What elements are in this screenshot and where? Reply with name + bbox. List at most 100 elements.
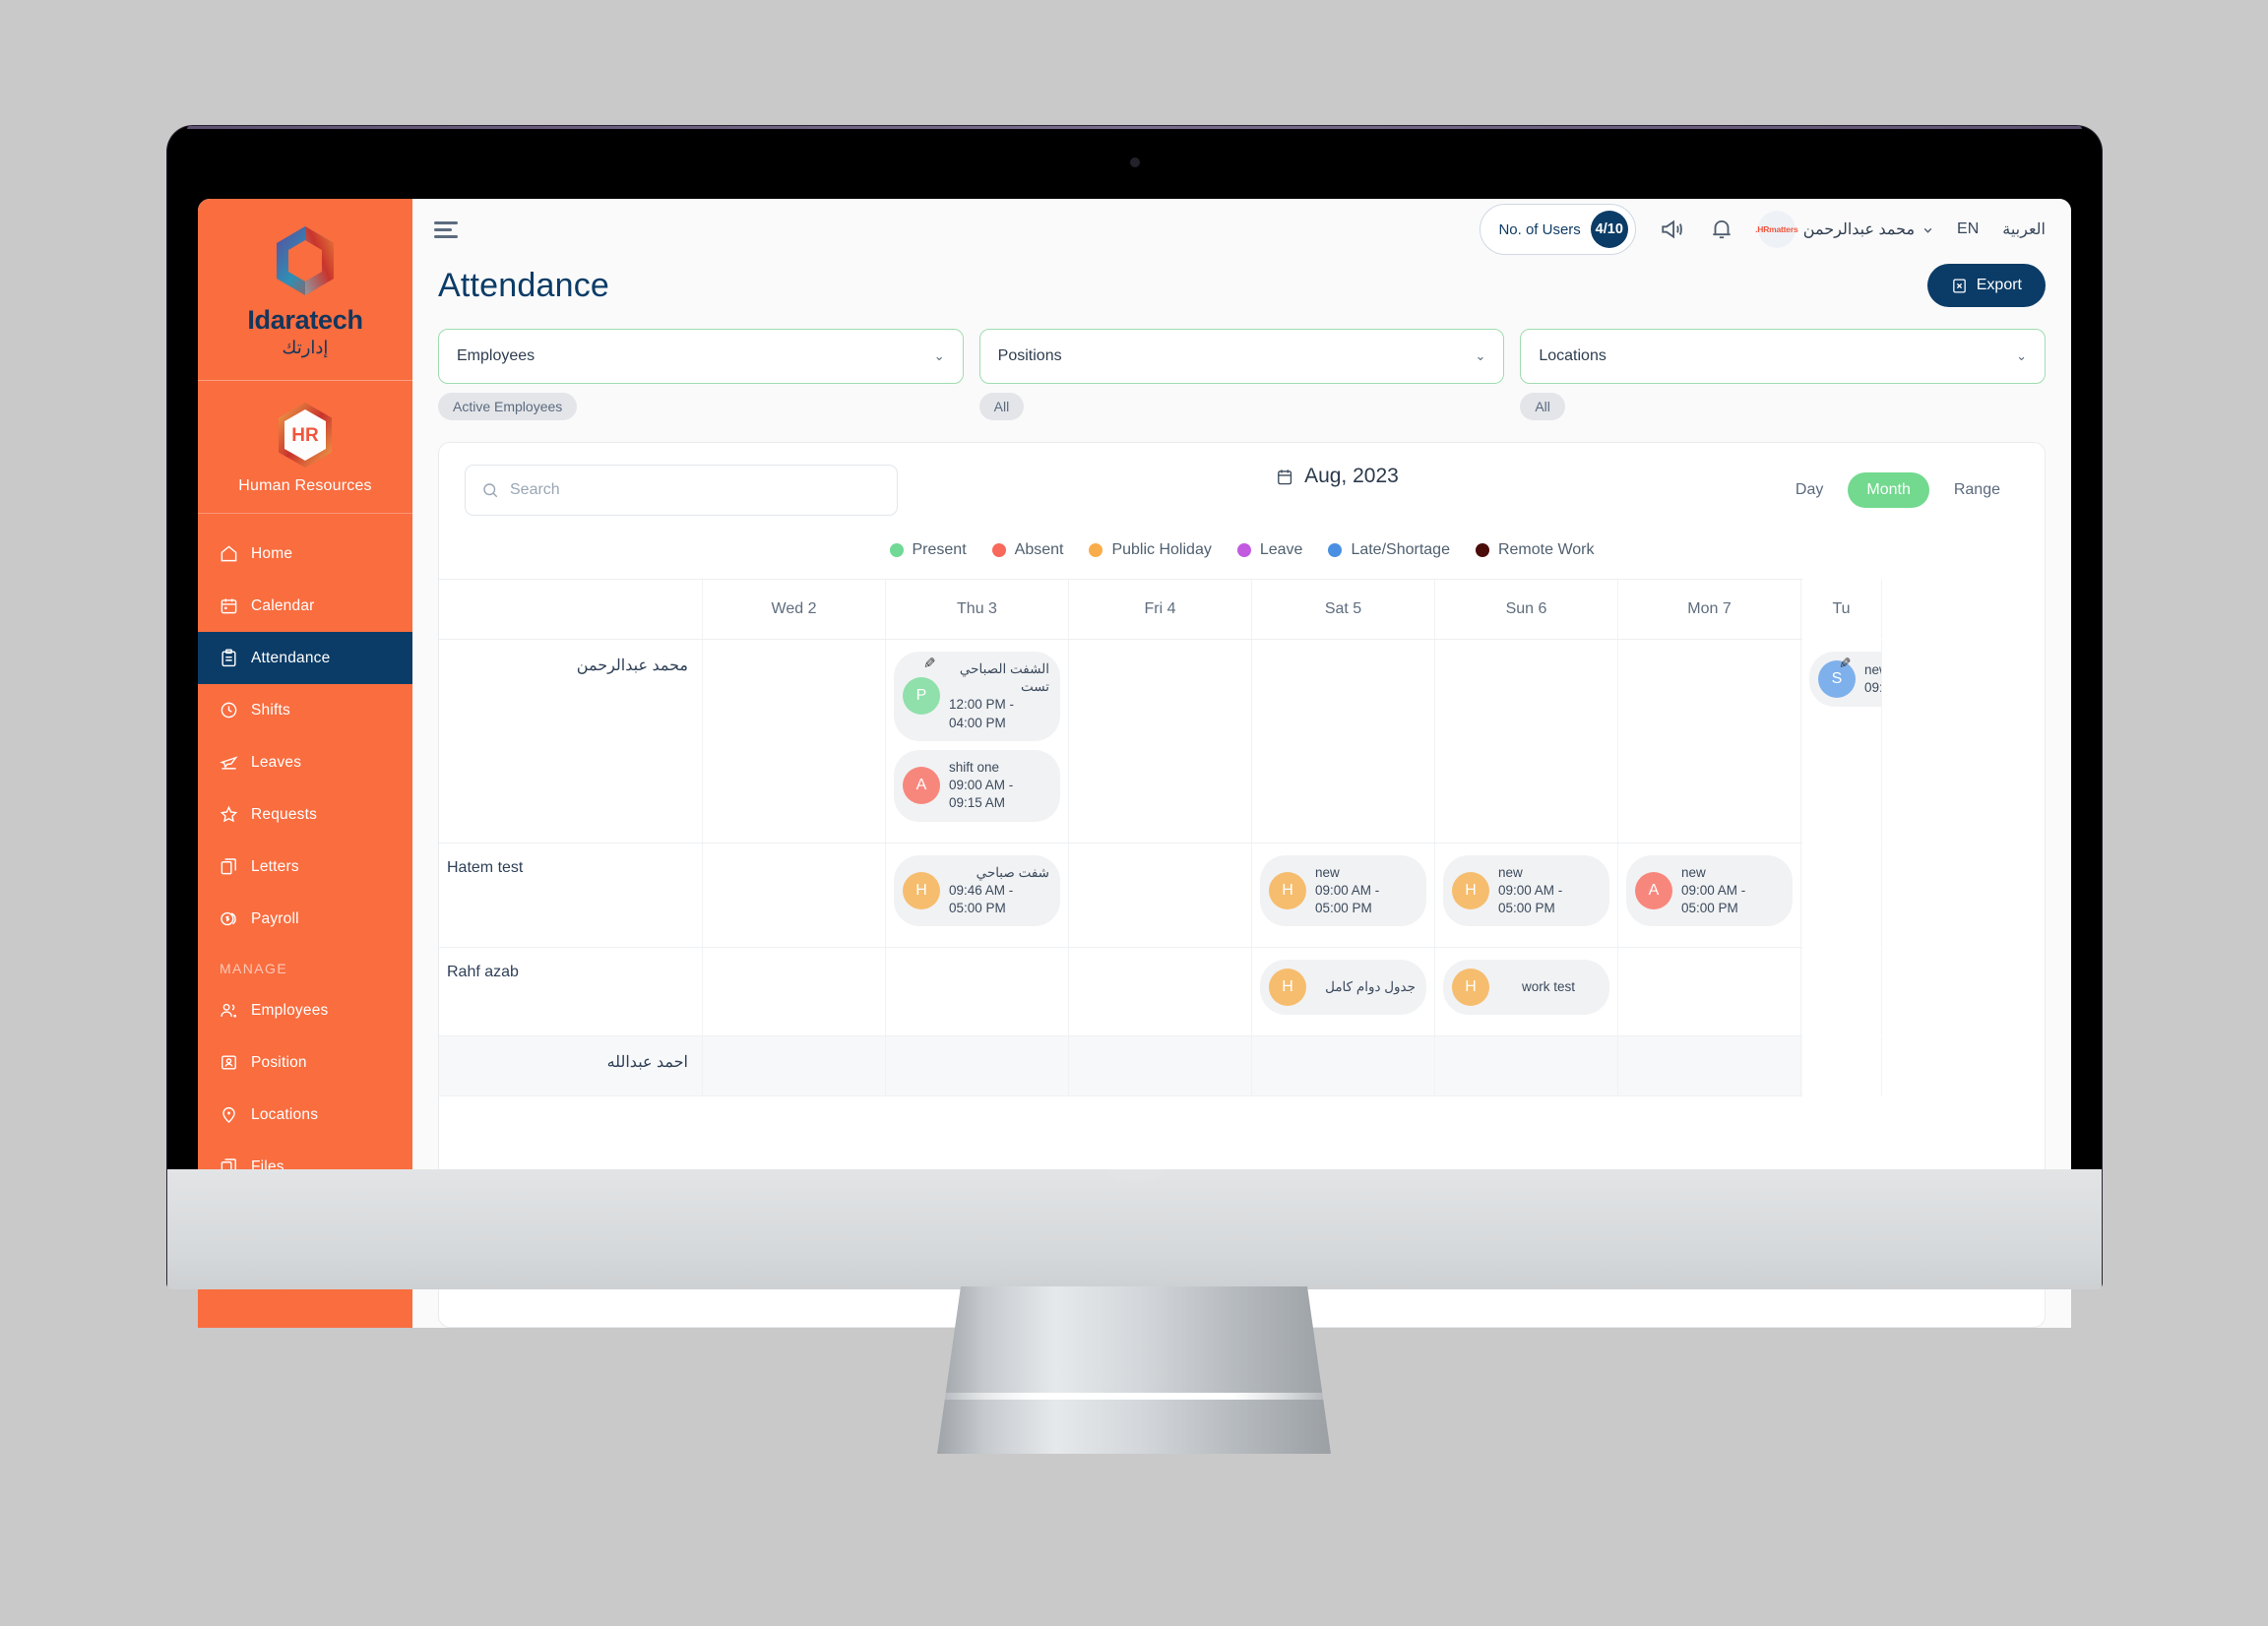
edit-pencil-icon[interactable]: ✎ <box>1839 655 1852 672</box>
calendar-cell[interactable] <box>1801 1036 1882 1096</box>
shift-details: shift one 09:00 AM - 09:15 AM <box>949 759 1049 813</box>
shift-event[interactable]: P الشفت الصباحي تست 12:00 PM - 04:00 PM ✎ <box>894 652 1060 741</box>
shift-title: work test <box>1521 979 1575 995</box>
shift-event[interactable]: Hnew 09:00 AM - 05:00 PM <box>1443 854 1609 927</box>
shift-event[interactable]: H شفت صباحي 09:46 AM - 05:00 PM <box>894 854 1060 927</box>
sidebar-item-label: Payroll <box>251 909 299 927</box>
sidebar-item-shifts[interactable]: Shifts <box>198 684 412 736</box>
sidebar-item-payroll[interactable]: Payroll <box>198 893 412 945</box>
sidebar-item-locations[interactable]: Locations <box>198 1089 412 1141</box>
table-row[interactable]: Rahf azab H جدول دوام كامل Hwork test <box>439 948 1882 1037</box>
shift-event[interactable]: Ashift one 09:00 AM - 09:15 AM <box>894 749 1060 822</box>
export-button[interactable]: Export <box>1926 264 2046 307</box>
language-en-button[interactable]: EN <box>1957 220 1979 238</box>
calendar-cell[interactable] <box>1069 640 1252 843</box>
id-card-icon <box>221 1055 236 1070</box>
chevron-down-icon: ⌄ <box>2016 348 2028 363</box>
calendar-cell[interactable]: P الشفت الصباحي تست 12:00 PM - 04:00 PM ✎ As… <box>886 640 1069 843</box>
sidebar-item-home[interactable]: Home <box>198 528 412 580</box>
plane-icon <box>220 756 238 770</box>
calendar-cell[interactable]: Hnew 09:00 AM - 05:00 PM <box>1435 843 1618 948</box>
edit-pencil-icon[interactable]: ✎ <box>923 655 936 672</box>
calendar-cell[interactable] <box>703 1036 886 1096</box>
calendar-cell[interactable] <box>1618 1036 1801 1096</box>
users-count-badge[interactable]: No. of Users 4/10 <box>1480 204 1636 255</box>
calendar-cell[interactable] <box>703 843 886 948</box>
employees-select[interactable]: Employees ⌄ <box>438 329 964 384</box>
calendar-cell[interactable] <box>1801 948 1882 1036</box>
users-icon <box>220 1003 237 1018</box>
employee-name-cell: Hatem test <box>439 843 703 948</box>
shift-time: 09:00 AM - 05:00 PM <box>1315 882 1380 915</box>
calendar-day-label: Fri 4 <box>1144 600 1176 617</box>
calendar-cell[interactable] <box>886 948 1069 1036</box>
calendar-cell[interactable]: Hwork test <box>1435 948 1618 1036</box>
calendar-day-label: Mon 7 <box>1687 600 1732 617</box>
shift-status-badge: H <box>1269 969 1306 1007</box>
sidebar-item-letters[interactable]: Letters <box>198 841 412 893</box>
calendar-cell[interactable] <box>1618 948 1801 1036</box>
shift-status-badge: P <box>903 677 940 716</box>
calendar-cell[interactable]: Hnew 09:00 AM - 05:00 PM <box>1252 843 1435 948</box>
brand-name-arabic: إدارتك <box>282 338 329 357</box>
sidebar-item-calendar[interactable]: Calendar <box>198 580 412 632</box>
employees-filter-chip[interactable]: Active Employees <box>438 393 578 420</box>
sidebar-item-label: Leaves <box>251 753 302 771</box>
calendar-cell[interactable] <box>1618 640 1801 843</box>
calendar-cell[interactable] <box>1252 1036 1435 1096</box>
sidebar-item-requests[interactable]: Requests <box>198 788 412 841</box>
calendar-cell[interactable] <box>1252 640 1435 843</box>
topbar: No. of Users 4/10 محمد عبدالرحمن HRmatte… <box>412 199 2071 260</box>
announcements-button[interactable] <box>1660 217 1685 242</box>
calendar-cell[interactable] <box>1435 640 1618 843</box>
shift-event[interactable]: Anew 09:00 AM - 05:00 PM <box>1626 854 1793 927</box>
calendar-cell[interactable] <box>1069 1036 1252 1096</box>
sidebar-item-employees[interactable]: Employees <box>198 984 412 1036</box>
user-name: محمد عبدالرحمن <box>1802 221 1916 238</box>
locations-select-label: Locations <box>1539 347 1606 364</box>
view-month-button[interactable]: Month <box>1848 472 1929 508</box>
locations-filter-chip[interactable]: All <box>1520 393 1565 420</box>
star-icon <box>220 805 238 823</box>
language-ar-button[interactable]: العربية <box>2002 219 2046 239</box>
calendar-cell[interactable] <box>886 1036 1069 1096</box>
user-menu[interactable]: محمد عبدالرحمن HRmatters. <box>1755 211 1933 248</box>
calendar-cell[interactable] <box>1069 948 1252 1036</box>
view-range-button[interactable]: Range <box>1935 472 2019 508</box>
status-legend: Present Absent Public Holiday Leave Late/Sho… <box>439 516 2045 579</box>
shift-event[interactable]: Snew09:0 05:0✎ <box>1809 652 1881 707</box>
shift-event[interactable]: Hnew 09:00 AM - 05:00 PM <box>1260 854 1426 927</box>
view-day-button[interactable]: Day <box>1777 472 1842 508</box>
calendar-cell[interactable]: H جدول دوام كامل <box>1252 948 1435 1036</box>
legend-item: Remote Work <box>1475 541 1594 559</box>
shift-event[interactable]: H جدول دوام كامل <box>1260 960 1426 1016</box>
sidebar-item-leaves[interactable]: Leaves <box>198 736 412 788</box>
table-row[interactable]: احمد عبدالله <box>439 1036 1882 1097</box>
calendar-cell[interactable]: Snew09:0 05:0✎ <box>1801 640 1882 843</box>
notifications-button[interactable] <box>1709 217 1734 242</box>
sidebar-item-attendance[interactable]: Attendance <box>198 632 412 684</box>
sidebar-item-position[interactable]: Position <box>198 1036 412 1089</box>
hamburger-menu-icon[interactable] <box>434 218 462 242</box>
positions-select[interactable]: Positions ⌄ <box>978 329 1505 384</box>
calendar-cell[interactable] <box>1069 843 1252 948</box>
positions-filter-chip[interactable]: All <box>978 393 1025 420</box>
search-box[interactable] <box>465 465 898 516</box>
bezel-glow <box>1087 1148 1182 1193</box>
date-picker[interactable]: Aug, 2023 <box>1276 465 1399 488</box>
table-row[interactable]: Hatem test H شفت صباحي 09:46 AM - 05:00 PM H… <box>439 843 1882 949</box>
locations-select[interactable]: Locations ⌄ <box>1520 329 2047 384</box>
calendar-cell[interactable] <box>703 640 886 843</box>
shift-event[interactable]: Hwork test <box>1443 960 1609 1016</box>
search-input[interactable] <box>510 481 881 499</box>
employees-select-label: Employees <box>457 347 536 364</box>
monitor-frame: Idaratech إدارتك HR Human Resources Home… <box>167 126 2102 1328</box>
shift-title: shift one <box>949 759 1000 775</box>
calendar-cell[interactable] <box>1801 843 1882 948</box>
calendar-cell[interactable] <box>703 948 886 1036</box>
table-row[interactable]: محمد عبدالرحمن P الشفت الصباحي تست 12:00 PM… <box>439 640 1882 844</box>
calendar-cell[interactable]: Anew 09:00 AM - 05:00 PM <box>1618 843 1801 948</box>
calendar-cell[interactable]: H شفت صباحي 09:46 AM - 05:00 PM <box>886 843 1069 948</box>
calendar-cell[interactable] <box>1435 1036 1618 1096</box>
legend-item: Absent <box>991 541 1063 559</box>
